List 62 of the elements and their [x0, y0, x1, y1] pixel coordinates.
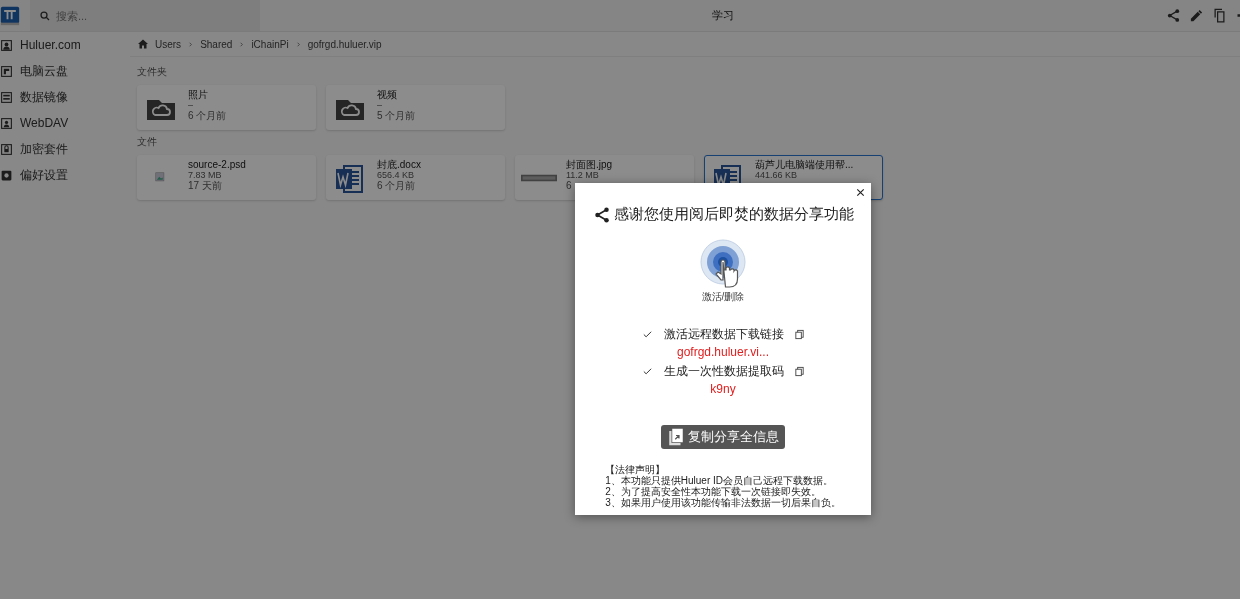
sidebar-item[interactable]: 数据镜像	[0, 88, 130, 106]
copy-icon[interactable]	[1212, 8, 1227, 23]
file-size: 656.4 KB	[377, 170, 416, 180]
touch-target-icon	[699, 238, 747, 290]
copy-icon[interactable]	[793, 366, 805, 377]
copy-document-icon	[667, 428, 685, 446]
page-title: 学习	[711, 8, 735, 23]
folder-size: –	[377, 100, 383, 110]
file-name: 封底.docx	[377, 159, 421, 170]
sidebar-item[interactable]: WebDAV	[0, 114, 130, 132]
close-icon	[855, 187, 866, 198]
file-size: 11.2 MB	[566, 170, 600, 180]
breadcrumb-link[interactable]: Shared	[200, 38, 233, 50]
copy-all-button[interactable]: 复制分享全信息	[661, 425, 785, 449]
sidebar-item[interactable]: 偏好设置	[0, 166, 130, 184]
file-name: 葫芦儿电脑端使用帮...	[755, 159, 854, 170]
modified-time: 17 天前	[188, 180, 223, 191]
section-heading: 文件	[137, 136, 158, 147]
file-size: 7.83 MB	[188, 170, 223, 180]
file-name: 封面图.jpg	[566, 159, 613, 170]
folder-size: –	[188, 100, 194, 110]
broken-image-icon	[154, 170, 168, 185]
modified-time: 6 个月前	[377, 180, 417, 191]
close-button[interactable]	[855, 187, 866, 198]
lock-icon	[0, 142, 13, 156]
folder-name: 视频	[377, 89, 398, 100]
sidebar-item[interactable]: Huluer.com	[0, 36, 130, 54]
modified-time: 6 个月前	[188, 110, 227, 121]
step-label: 激活远程数据下载链接	[663, 326, 784, 343]
breadcrumb-link[interactable]: gofrgd.huluer.vip	[307, 38, 382, 50]
breadcrumb-link[interactable]: iChainPi	[251, 38, 289, 50]
app-logo	[0, 5, 20, 26]
legal-heading: 【法律声明】	[605, 464, 666, 475]
dialog-title: 感谢您使用阅后即焚的数据分享功能	[613, 205, 854, 224]
file-size: 441.66 KB	[755, 170, 799, 180]
activate-button[interactable]: 激活/删除	[699, 238, 747, 304]
share-icon	[592, 205, 611, 224]
step-label: 生成一次性数据提取码	[663, 363, 784, 380]
sidebar-item[interactable]: 电脑云盘	[0, 62, 130, 80]
folder-card[interactable]: 视频 – 5 个月前	[326, 85, 505, 130]
modified-time: 6	[566, 180, 573, 191]
share-icon[interactable]	[1166, 8, 1181, 23]
step-value: gofrgd.huluer.vi...	[676, 345, 770, 359]
file-name: source-2.psd	[188, 159, 246, 170]
home-icon	[137, 38, 149, 50]
pencil-icon[interactable]	[1189, 8, 1204, 23]
modified-time: 5 个月前	[377, 110, 416, 121]
folder-card[interactable]: 照片 – 6 个月前	[137, 85, 316, 130]
folder-name: 照片	[188, 89, 209, 100]
account-icon	[0, 38, 13, 52]
legal-note: 1、本功能只提供Huluer ID会员自己远程下载数据。	[605, 475, 834, 486]
copy-icon[interactable]	[793, 329, 805, 340]
legal-note: 3、如果用户使用该功能传输非法数据一切后果自负。	[605, 497, 841, 508]
search-field[interactable]: 搜索...	[30, 0, 260, 31]
step-value: k9ny	[710, 382, 736, 396]
search-icon	[39, 10, 51, 22]
file-card[interactable]: 封底.docx 656.4 KB 6 个月前	[326, 155, 505, 200]
breadcrumb-link[interactable]: Users	[155, 38, 182, 50]
sidebar-item[interactable]: 加密套件	[0, 140, 130, 158]
file-card[interactable]: source-2.psd 7.83 MB 17 天前	[137, 155, 316, 200]
legal-note: 2、为了提高安全性本功能下载一次链接即失效。	[605, 486, 821, 497]
section-heading: 文件夹	[137, 66, 168, 77]
